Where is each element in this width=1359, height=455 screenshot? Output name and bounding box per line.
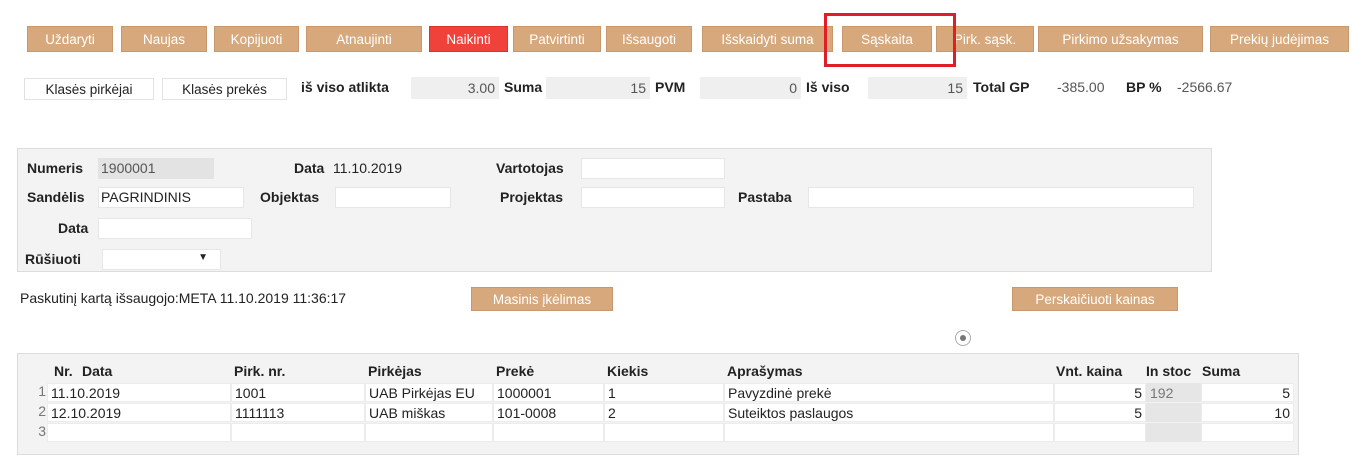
col-header-nr: Nr.	[54, 363, 73, 379]
number-field[interactable]: 1900001	[98, 158, 214, 179]
row-qty-field[interactable]: 2	[604, 403, 724, 422]
row-unit-price-field[interactable]: 5	[1054, 403, 1146, 422]
row-date-field[interactable]	[47, 423, 231, 442]
number-label: Numeris	[27, 160, 84, 176]
row-date-field[interactable]: 11.10.2019	[47, 383, 231, 402]
header-form-panel: Numeris 1900001 Data 11.10.2019 Vartotoj…	[17, 148, 1212, 272]
row-qty-field[interactable]: 1	[604, 383, 724, 402]
row-buyer-field[interactable]: UAB Pirkėjas EU	[365, 383, 493, 402]
note-field[interactable]	[808, 187, 1194, 208]
grand-total-value: 15	[868, 77, 967, 99]
project-field[interactable]	[581, 187, 725, 208]
row-description-field[interactable]: Suteiktos paslaugos	[724, 403, 1054, 422]
sort-label: Rūšiuoti	[25, 251, 81, 267]
row-number: 3	[38, 423, 46, 439]
row-qty-field[interactable]	[604, 423, 724, 442]
row-buyer-field[interactable]	[365, 423, 493, 442]
row-item-field[interactable]	[493, 423, 604, 442]
grand-total-label: Iš viso	[806, 79, 850, 95]
object-label: Objektas	[260, 189, 320, 205]
invoice-button[interactable]: Sąskaita	[842, 26, 932, 52]
date2-label: Data	[58, 220, 89, 236]
col-header-buyer: Pirkėjas	[368, 363, 422, 379]
row-purchase-nr-field[interactable]: 1111113	[231, 403, 365, 422]
col-header-description: Aprašymas	[727, 363, 803, 379]
stock-movement-button[interactable]: Prekių judėjimas	[1210, 26, 1349, 52]
col-header-date: Data	[82, 363, 113, 379]
row-sum-field[interactable]: 5	[1201, 383, 1294, 402]
confirm-button[interactable]: Patvirtinti	[513, 26, 601, 52]
user-field[interactable]	[581, 158, 725, 179]
copy-button[interactable]: Kopijuoti	[214, 26, 299, 52]
project-label: Projektas	[500, 189, 564, 205]
col-header-sum: Suma	[1202, 363, 1241, 379]
recalculate-prices-button[interactable]: Perskaičiuoti kainas	[1012, 287, 1178, 311]
col-header-unit-price: Vnt. kaina	[1056, 363, 1123, 379]
row-description-field[interactable]: Pavyzdinė prekė	[724, 383, 1054, 402]
date-label: Data	[294, 160, 325, 176]
row-purchase-nr-field[interactable]: 1001	[231, 383, 365, 402]
warehouse-field[interactable]: PAGRINDINIS	[98, 187, 244, 208]
total-done-value: 3.00	[411, 77, 499, 99]
col-header-purchase-nr: Pirk. nr.	[234, 363, 286, 379]
close-button[interactable]: Uždaryti	[27, 26, 113, 52]
row-in-stock-value	[1146, 403, 1201, 422]
delete-button[interactable]: Naikinti	[429, 26, 508, 52]
rows-table: Nr. Data Pirk. nr. Pirkėjas Prekė Kiekis…	[17, 353, 1299, 455]
warehouse-label: Sandėlis	[27, 189, 85, 205]
radio-dot-icon	[960, 335, 966, 341]
purchase-invoice-button[interactable]: Pirk. sąsk.	[936, 26, 1034, 52]
row-date-field[interactable]: 12.10.2019	[47, 403, 231, 422]
purchase-order-button[interactable]: Pirkimo užsakymas	[1038, 26, 1203, 52]
bp-percent-label: BP %	[1126, 79, 1162, 95]
date-field[interactable]: 11.10.2019	[330, 158, 448, 179]
note-label: Pastaba	[738, 189, 792, 205]
class-goods-tab[interactable]: Klasės prekės	[162, 78, 287, 100]
vat-label: PVM	[655, 79, 686, 95]
user-label: Vartotojas	[496, 160, 564, 176]
object-field[interactable]	[335, 187, 451, 208]
row-in-stock-value	[1146, 423, 1201, 442]
radio-toggle[interactable]	[955, 330, 971, 346]
row-number: 1	[38, 383, 46, 399]
row-unit-price-field[interactable]	[1054, 423, 1146, 442]
col-header-qty: Kiekis	[607, 363, 649, 379]
row-description-field[interactable]	[724, 423, 1054, 442]
last-saved-text: Paskutinį kartą išsaugojo:META 11.10.201…	[20, 290, 347, 306]
row-in-stock-value: 192	[1146, 383, 1201, 402]
row-purchase-nr-field[interactable]	[231, 423, 365, 442]
total-gp-label: Total GP	[973, 79, 1030, 95]
save-button[interactable]: Išsaugoti	[606, 26, 692, 52]
row-unit-price-field[interactable]: 5	[1054, 383, 1146, 402]
row-number: 2	[38, 403, 46, 419]
split-sum-button[interactable]: Išskaidyti suma	[702, 26, 833, 52]
total-gp-value: -385.00	[1057, 79, 1105, 95]
sort-select[interactable]: ▼	[102, 249, 221, 270]
row-item-field[interactable]: 1000001	[493, 383, 604, 402]
sum-value: 15	[546, 77, 650, 99]
col-header-item: Prekė	[496, 363, 535, 379]
vat-value: 0	[700, 77, 801, 99]
row-sum-field[interactable]	[1201, 423, 1294, 442]
sum-label: Suma	[504, 79, 543, 95]
col-header-in-stock: In stoc	[1146, 363, 1192, 379]
bp-percent-value: -2566.67	[1177, 79, 1233, 95]
refresh-button[interactable]: Atnaujinti	[306, 26, 422, 52]
mass-import-button[interactable]: Masinis įkėlimas	[471, 287, 613, 311]
chevron-down-icon: ▼	[198, 252, 208, 263]
total-done-label: iš viso atlikta	[301, 79, 389, 95]
date2-field[interactable]	[98, 218, 252, 239]
class-buyers-tab[interactable]: Klasės pirkėjai	[24, 78, 154, 100]
new-button[interactable]: Naujas	[121, 26, 207, 52]
row-item-field[interactable]: 101-0008	[493, 403, 604, 422]
row-buyer-field[interactable]: UAB miškas	[365, 403, 493, 422]
row-sum-field[interactable]: 10	[1201, 403, 1294, 422]
